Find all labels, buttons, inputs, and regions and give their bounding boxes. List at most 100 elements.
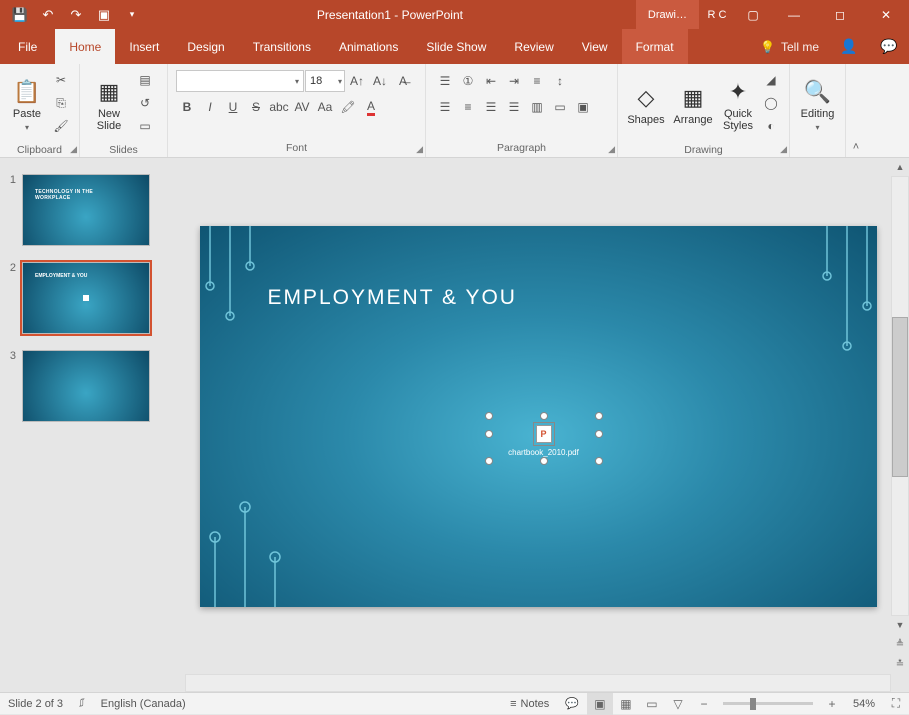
close-icon[interactable]: ✕ — [863, 0, 909, 29]
current-slide[interactable]: EMPLOYMENT & YOU P chart — [200, 226, 877, 607]
quick-styles-button[interactable]: ✦ Quick Styles — [718, 68, 758, 138]
comments-button[interactable]: 💬 — [557, 697, 587, 710]
arrange-button[interactable]: ▦ Arrange — [670, 68, 716, 138]
slide-title[interactable]: EMPLOYMENT & YOU — [268, 286, 517, 310]
shape-outline-icon[interactable]: ◯ — [760, 92, 782, 114]
paste-button[interactable]: 📋 Paste ▾ — [6, 68, 48, 138]
resize-handle-icon[interactable] — [595, 430, 603, 438]
line-spacing-icon[interactable]: ≡ — [526, 70, 548, 92]
dialog-launcher-icon[interactable]: ◢ — [416, 144, 423, 155]
tab-format[interactable]: Format — [622, 29, 688, 64]
thumbnail-slide-2[interactable]: 2 EMPLOYMENT & YOU — [0, 258, 185, 346]
tab-home[interactable]: Home — [55, 29, 115, 64]
text-direction-icon[interactable]: ↕ — [549, 70, 571, 92]
dialog-launcher-icon[interactable]: ◢ — [70, 144, 77, 155]
slide-thumbnail-panel[interactable]: 1 TECHNOLOGY IN THE WORKPLACE 2 EMPLOYME… — [0, 158, 185, 674]
scroll-track[interactable] — [891, 176, 909, 616]
spellcheck-icon[interactable]: ⎎ — [71, 697, 93, 710]
zoom-slider[interactable] — [723, 702, 813, 705]
comments-icon[interactable]: 💬 — [869, 29, 909, 64]
vertical-scrollbar[interactable]: ▲ ▼ ≜ ≛ — [891, 158, 909, 674]
font-family-select[interactable]: ▾ — [176, 70, 304, 92]
slide-indicator[interactable]: Slide 2 of 3 — [0, 698, 71, 710]
language-indicator[interactable]: English (Canada) — [93, 698, 194, 710]
user-initials[interactable]: R C — [699, 0, 735, 29]
smartart-icon[interactable]: ▣ — [572, 96, 594, 118]
tab-design[interactable]: Design — [173, 29, 238, 64]
thumbnail-slide-3[interactable]: 3 — [0, 346, 185, 434]
format-painter-icon[interactable]: 🖌 — [50, 115, 72, 137]
tab-transitions[interactable]: Transitions — [239, 29, 325, 64]
shape-fill-icon[interactable]: ◢ — [760, 69, 782, 91]
tab-review[interactable]: Review — [500, 29, 567, 64]
slide-canvas-area[interactable]: EMPLOYMENT & YOU P chart — [185, 158, 891, 674]
scroll-thumb[interactable] — [892, 317, 908, 477]
maximize-icon[interactable]: ◻ — [817, 0, 863, 29]
highlight-color-icon[interactable]: 🖍 — [337, 96, 359, 118]
tab-slideshow[interactable]: Slide Show — [412, 29, 500, 64]
resize-handle-icon[interactable] — [595, 457, 603, 465]
section-icon[interactable]: ▭ — [134, 115, 156, 137]
dialog-launcher-icon[interactable]: ◢ — [780, 144, 787, 155]
decrease-font-icon[interactable]: A↓ — [369, 70, 391, 92]
justify-icon[interactable]: ☰ — [503, 96, 525, 118]
notes-button[interactable]: ≡Notes — [502, 698, 557, 710]
underline-button[interactable]: U — [222, 96, 244, 118]
next-slide-icon[interactable]: ≛ — [891, 654, 909, 674]
dialog-launcher-icon[interactable]: ◢ — [608, 144, 615, 155]
tab-view[interactable]: View — [568, 29, 622, 64]
share-icon[interactable]: 👤 — [829, 29, 869, 64]
scroll-up-icon[interactable]: ▲ — [891, 158, 909, 176]
cut-icon[interactable]: ✂ — [50, 69, 72, 91]
resize-handle-icon[interactable] — [595, 412, 603, 420]
collapse-ribbon-icon[interactable]: ˄ — [846, 64, 866, 157]
columns-icon[interactable]: ▥ — [526, 96, 548, 118]
increase-indent-icon[interactable]: ⇥ — [503, 70, 525, 92]
zoom-slider-thumb[interactable] — [750, 698, 756, 710]
resize-handle-icon[interactable] — [485, 430, 493, 438]
shape-effects-icon[interactable]: ◐ — [760, 115, 782, 137]
shapes-button[interactable]: ◇ Shapes — [624, 68, 668, 138]
clear-formatting-icon[interactable]: A̶ — [392, 70, 414, 92]
resize-handle-icon[interactable] — [485, 457, 493, 465]
editing-button[interactable]: 🔍 Editing ▾ — [796, 68, 839, 138]
qat-customize-icon[interactable]: ▾ — [120, 3, 144, 27]
contextual-tab-drawing[interactable]: Drawi… — [636, 0, 699, 29]
thumbnail-slide-1[interactable]: 1 TECHNOLOGY IN THE WORKPLACE — [0, 170, 185, 258]
new-slide-button[interactable]: ▦ New Slide — [86, 68, 132, 138]
ribbon-display-options-icon[interactable]: ▢ — [735, 0, 771, 29]
font-size-select[interactable]: 18▾ — [305, 70, 345, 92]
tab-file[interactable]: File — [0, 29, 55, 64]
text-shadow-button[interactable]: abc — [268, 96, 290, 118]
start-from-beginning-icon[interactable]: ▣ — [92, 3, 116, 27]
object-frame[interactable]: P — [533, 422, 555, 446]
align-left-icon[interactable]: ☰ — [434, 96, 456, 118]
save-icon[interactable]: 💾 — [8, 3, 32, 27]
strikethrough-button[interactable]: S — [245, 96, 267, 118]
tab-animations[interactable]: Animations — [325, 29, 412, 64]
align-right-icon[interactable]: ☰ — [480, 96, 502, 118]
hscroll-track[interactable] — [185, 674, 891, 692]
increase-font-icon[interactable]: A↑ — [346, 70, 368, 92]
bullets-icon[interactable]: ☰ — [434, 70, 456, 92]
resize-handle-icon[interactable] — [540, 457, 548, 465]
undo-icon[interactable]: ↶ — [36, 3, 60, 27]
tab-insert[interactable]: Insert — [115, 29, 173, 64]
change-case-icon[interactable]: Aa — [314, 96, 336, 118]
copy-icon[interactable]: ⎘ — [50, 92, 72, 114]
minimize-icon[interactable]: — — [771, 0, 817, 29]
resize-handle-icon[interactable] — [485, 412, 493, 420]
redo-icon[interactable]: ↷ — [64, 3, 88, 27]
character-spacing-icon[interactable]: AV — [291, 96, 313, 118]
zoom-level[interactable]: 54% — [845, 698, 883, 710]
align-text-icon[interactable]: ▭ — [549, 96, 571, 118]
bold-button[interactable]: B — [176, 96, 198, 118]
resize-handle-icon[interactable] — [540, 412, 548, 420]
embedded-object[interactable]: P chartbook_2010.pdf — [485, 412, 603, 465]
layout-icon[interactable]: ▤ — [134, 69, 156, 91]
font-color-icon[interactable]: A — [360, 96, 382, 118]
tell-me-search[interactable]: 💡 Tell me — [750, 29, 829, 64]
previous-slide-icon[interactable]: ≜ — [891, 634, 909, 654]
decrease-indent-icon[interactable]: ⇤ — [480, 70, 502, 92]
align-center-icon[interactable]: ≡ — [457, 96, 479, 118]
